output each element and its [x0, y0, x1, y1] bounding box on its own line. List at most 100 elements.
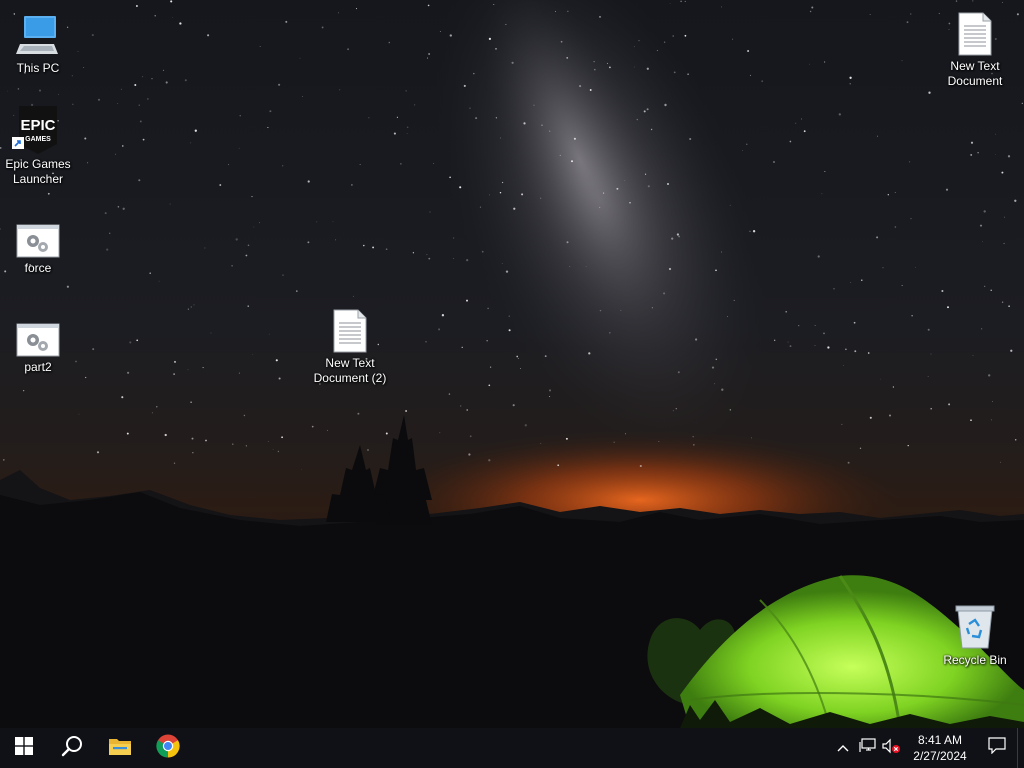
star [428, 53, 430, 55]
star [955, 0, 958, 2]
taskbar-clock[interactable]: 8:41 AM 2/27/2024 [903, 728, 977, 768]
star [992, 401, 993, 403]
volume-button[interactable] [879, 728, 903, 768]
star [970, 153, 973, 156]
star [493, 3, 495, 5]
star [928, 91, 931, 94]
star [620, 309, 622, 311]
star [190, 306, 192, 308]
star [732, 38, 734, 40]
windows-start-icon [15, 736, 33, 760]
star [138, 179, 141, 182]
file-explorer-button[interactable] [96, 728, 144, 768]
star [282, 165, 284, 167]
star [338, 12, 339, 14]
star [774, 339, 776, 341]
star [120, 88, 122, 90]
star [158, 280, 160, 282]
star [190, 142, 192, 144]
desktop-icon-recycle-bin[interactable]: Recycle Bin [937, 602, 1013, 668]
star [663, 292, 666, 295]
star [634, 66, 635, 68]
star [854, 350, 857, 353]
star [117, 206, 120, 208]
star [603, 192, 605, 194]
star [541, 124, 543, 126]
star [880, 378, 881, 380]
star [789, 345, 792, 348]
star [566, 57, 569, 59]
desktop-icon-label: New Text Document [947, 59, 1003, 88]
desktop-icon-force[interactable]: force [0, 210, 76, 276]
star [83, 67, 85, 69]
star [259, 46, 261, 47]
star [282, 274, 284, 276]
star [853, 321, 856, 324]
star [441, 314, 445, 317]
star [106, 248, 109, 251]
star [278, 83, 281, 86]
star [746, 143, 748, 145]
star [519, 368, 521, 370]
desktop-icon-part2[interactable]: part2 [0, 309, 76, 375]
show-hidden-icons-button[interactable] [831, 728, 855, 768]
show-desktop-button[interactable] [1017, 728, 1024, 768]
star [999, 461, 1002, 463]
chrome-button[interactable] [144, 728, 192, 768]
star [733, 299, 735, 301]
star [453, 237, 455, 239]
star [438, 328, 441, 331]
star [115, 153, 116, 155]
star [235, 238, 238, 241]
desktop-icon-this-pc[interactable]: This PC [0, 10, 76, 76]
star [850, 282, 852, 283]
star [204, 247, 206, 249]
star [672, 35, 674, 37]
star [869, 14, 871, 15]
network-button[interactable] [855, 728, 879, 768]
star [817, 255, 820, 258]
action-center-button[interactable] [977, 728, 1017, 768]
star [335, 239, 337, 241]
star [326, 429, 328, 431]
desktop-icon-epic-games-launcher[interactable]: EPIC GAMES Epic Games Launcher [0, 106, 76, 187]
star [629, 202, 631, 204]
star [121, 396, 124, 399]
star [278, 377, 281, 380]
star [47, 192, 50, 195]
star [481, 250, 484, 253]
star [147, 98, 149, 100]
star [664, 103, 667, 107]
star [645, 173, 647, 175]
star [638, 39, 640, 42]
star [97, 98, 101, 101]
star [990, 289, 992, 292]
star [406, 133, 408, 134]
star [823, 332, 825, 335]
taskbar: 8:41 AM 2/27/2024 [0, 728, 1024, 768]
star [406, 126, 409, 129]
star [720, 6, 722, 8]
svg-text:EPIC: EPIC [20, 117, 55, 134]
star [252, 354, 254, 355]
star [656, 49, 658, 51]
star [393, 132, 396, 135]
star [501, 263, 503, 264]
star [752, 230, 756, 233]
star [429, 211, 431, 213]
star [751, 437, 752, 439]
star [139, 120, 142, 123]
star [838, 113, 841, 116]
search-button[interactable] [48, 728, 96, 768]
star [238, 147, 240, 149]
star [566, 241, 569, 244]
start-button[interactable] [0, 728, 48, 768]
desktop-icon-new-text-document-2[interactable]: New Text Document (2) [312, 305, 388, 386]
star [785, 310, 787, 313]
star [809, 10, 812, 13]
star [245, 254, 248, 257]
star [129, 341, 132, 344]
star [1016, 13, 1019, 16]
desktop-icon-new-text-document[interactable]: New Text Document [937, 8, 1013, 89]
star [332, 221, 334, 223]
